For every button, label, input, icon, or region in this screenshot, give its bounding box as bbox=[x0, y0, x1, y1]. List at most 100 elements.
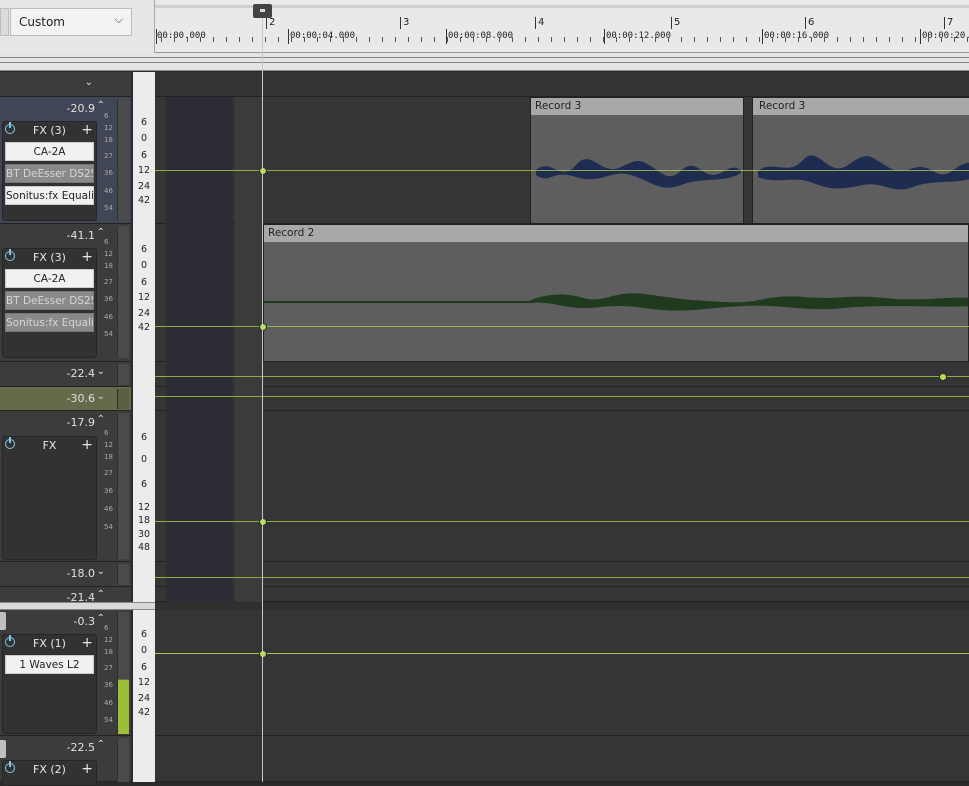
scale-label: 18 bbox=[137, 515, 151, 526]
plugin-slot[interactable]: Sonitus:fx Equaliz bbox=[5, 186, 94, 205]
chevron-up-icon[interactable]: ⌃ bbox=[97, 227, 105, 238]
audio-clip[interactable]: Record 3 bbox=[752, 97, 969, 224]
volume-automation[interactable] bbox=[155, 326, 969, 327]
track-header[interactable]: -18.0 ⌄ bbox=[0, 562, 131, 587]
add-plugin-icon[interactable]: + bbox=[81, 122, 93, 138]
volume-readout[interactable]: -22.4 bbox=[67, 367, 95, 380]
ruler-minor-tick bbox=[447, 37, 448, 42]
volume-readout[interactable]: -20.9 bbox=[67, 102, 95, 115]
meter-scale-label: 18 bbox=[104, 453, 113, 461]
automation-node[interactable] bbox=[259, 323, 267, 331]
meter-scale-label: 12 bbox=[104, 441, 113, 449]
add-plugin-icon[interactable]: + bbox=[81, 437, 93, 453]
playhead-handle[interactable] bbox=[253, 4, 272, 18]
preset-left-button[interactable] bbox=[0, 8, 9, 36]
meter-scale-label: 12 bbox=[104, 124, 113, 132]
scale-label: 0 bbox=[140, 133, 148, 144]
chevron-down-icon[interactable]: ⌄ bbox=[85, 77, 93, 88]
automation-node[interactable] bbox=[259, 167, 267, 175]
plugin-slot[interactable]: BT DeEsser DS25 bbox=[5, 164, 94, 183]
volume-automation[interactable] bbox=[155, 653, 969, 654]
chevron-up-icon[interactable]: ⌃ bbox=[97, 739, 105, 750]
plugin-slot[interactable]: Sonitus:fx Equaliz bbox=[5, 313, 94, 332]
automation-node[interactable] bbox=[259, 518, 267, 526]
add-plugin-icon[interactable]: + bbox=[81, 635, 93, 651]
automation-node[interactable] bbox=[939, 373, 947, 381]
track-lane[interactable] bbox=[155, 610, 969, 736]
volume-readout[interactable]: -18.0 bbox=[67, 567, 95, 580]
track-lane[interactable] bbox=[155, 411, 969, 562]
chevron-down-icon[interactable]: ⌄ bbox=[97, 366, 105, 377]
track-lane[interactable] bbox=[155, 587, 969, 602]
ruler-minor-tick bbox=[850, 37, 851, 42]
volume-readout[interactable]: -30.6 bbox=[67, 392, 95, 405]
track-lane[interactable] bbox=[155, 562, 969, 587]
track-header[interactable]: -22.5 ⌃ FX (2) + bbox=[0, 736, 131, 786]
ruler-minor-tick bbox=[694, 37, 695, 42]
track-side-button[interactable] bbox=[0, 740, 6, 758]
ruler-minor-tick bbox=[187, 37, 188, 42]
chevron-down-icon: ⌵ bbox=[114, 13, 123, 26]
chevron-up-icon[interactable]: ⌃ bbox=[97, 589, 105, 600]
meter-scale-label: 18 bbox=[104, 648, 113, 656]
timeline-ruler[interactable]: 2 3 4 5 6 7 00:00.000 00:00:04.000 00:00… bbox=[155, 0, 969, 53]
track-header[interactable]: -30.6 ⌄ bbox=[0, 387, 131, 411]
volume-readout[interactable]: -17.9 bbox=[67, 416, 95, 429]
fx-bin-header: FX + bbox=[3, 437, 96, 455]
track-lane[interactable] bbox=[155, 736, 969, 782]
time-label: 00:00:16.000 bbox=[764, 31, 830, 41]
add-plugin-icon[interactable]: + bbox=[81, 761, 93, 777]
fx-bin: FX (3) + CA-2A BT DeEsser DS25 Sonitus:f… bbox=[2, 121, 97, 221]
chevron-up-icon[interactable]: ⌃ bbox=[97, 100, 105, 111]
track-header[interactable]: -41.1 ⌃ FX (3) + CA-2A BT DeEsser DS25 S… bbox=[0, 224, 131, 362]
track-lane[interactable] bbox=[155, 362, 969, 387]
audio-clip[interactable]: Record 2 bbox=[263, 224, 969, 362]
scale-label: 6 bbox=[140, 629, 148, 640]
ruler-minor-tick bbox=[759, 37, 760, 42]
bar-number: 6 bbox=[808, 17, 815, 28]
bar-number: 7 bbox=[947, 17, 954, 28]
ruler-minor-tick bbox=[902, 37, 903, 42]
volume-automation[interactable] bbox=[155, 170, 969, 171]
automation-node[interactable] bbox=[259, 650, 267, 658]
plugin-slot[interactable]: BT DeEsser DS25 bbox=[5, 291, 94, 310]
plugin-slot[interactable]: CA-2A bbox=[5, 142, 94, 161]
track-header[interactable]: -22.4 ⌄ bbox=[0, 362, 131, 387]
ruler-scroll-strip[interactable] bbox=[155, 5, 969, 8]
ruler-minor-tick bbox=[538, 37, 539, 42]
volume-automation[interactable] bbox=[155, 396, 969, 397]
volume-readout[interactable]: -0.3 bbox=[74, 615, 95, 628]
volume-automation[interactable] bbox=[155, 376, 969, 377]
chevron-up-icon[interactable]: ⌃ bbox=[97, 414, 105, 425]
preset-dropdown-label: Custom bbox=[19, 15, 65, 29]
scale-label: 6 bbox=[140, 277, 148, 288]
ruler-minor-tick bbox=[265, 37, 266, 42]
folder-header: ⌄ bbox=[0, 72, 131, 97]
volume-automation[interactable] bbox=[155, 577, 969, 578]
ruler-minor-tick bbox=[434, 37, 435, 42]
ruler-minor-tick bbox=[655, 37, 656, 42]
plugin-slot[interactable]: CA-2A bbox=[5, 269, 94, 288]
preset-dropdown[interactable]: Custom ⌵ bbox=[10, 8, 132, 36]
waveform bbox=[758, 155, 969, 190]
meter-scale-label: 27 bbox=[104, 278, 113, 286]
plugin-slot[interactable]: 1 Waves L2 bbox=[5, 655, 94, 674]
volume-readout[interactable]: -22.5 bbox=[67, 741, 95, 754]
add-plugin-icon[interactable]: + bbox=[81, 249, 93, 265]
volume-automation[interactable] bbox=[155, 521, 969, 522]
chevron-down-icon[interactable]: ⌄ bbox=[97, 566, 105, 577]
meter-scale-label: 54 bbox=[104, 330, 113, 338]
track-side-button[interactable] bbox=[0, 612, 6, 630]
ruler-minor-tick bbox=[174, 37, 175, 42]
volume-readout[interactable]: -41.1 bbox=[67, 229, 95, 242]
timeline-lanes[interactable]: Record 3 Record 3 Record 2 bbox=[155, 72, 969, 782]
meter-scale-label: 18 bbox=[104, 136, 113, 144]
chevron-down-icon[interactable]: ⌄ bbox=[97, 391, 105, 402]
ruler-minor-tick bbox=[798, 37, 799, 42]
ruler-minor-tick bbox=[486, 37, 487, 42]
track-header[interactable]: -21.4 ⌃ bbox=[0, 587, 131, 604]
chevron-up-icon[interactable]: ⌃ bbox=[97, 613, 105, 624]
track-lane[interactable] bbox=[155, 387, 969, 411]
audio-clip[interactable]: Record 3 bbox=[530, 97, 744, 224]
ruler-separator bbox=[0, 53, 969, 118]
